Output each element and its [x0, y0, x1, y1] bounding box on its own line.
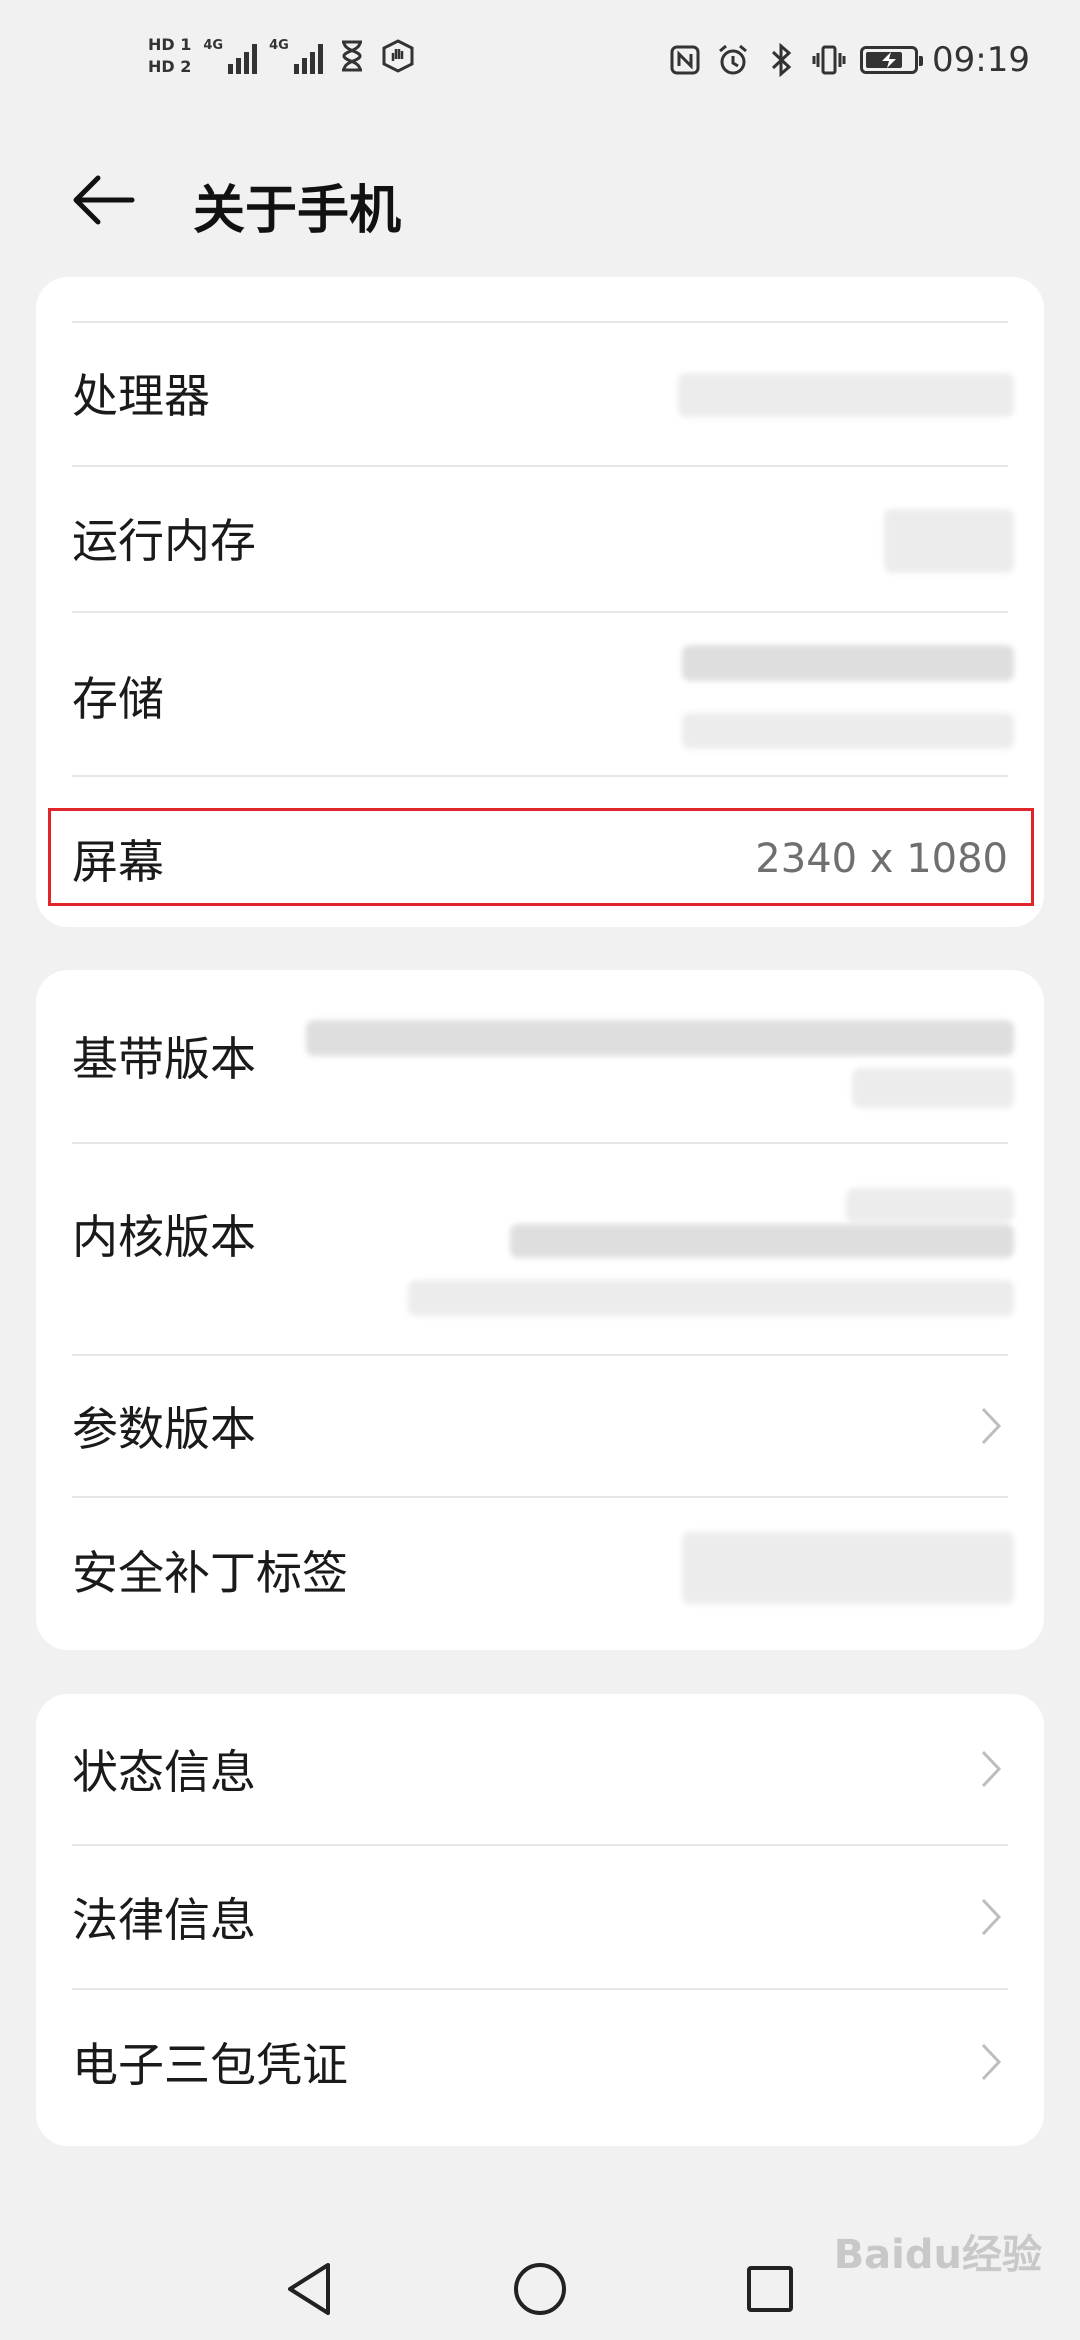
list-item-baseband[interactable]: 基带版本 — [72, 970, 1008, 1142]
signal-icon-1: 4G — [203, 38, 258, 74]
list-item-label: 安全补丁标签 — [72, 1546, 348, 1600]
page-title: 关于手机 — [193, 181, 402, 241]
nav-back-button[interactable] — [274, 2254, 344, 2324]
redacted-value — [678, 373, 1014, 417]
software-card: 基带版本 内核版本 参数版本 安全补丁标签 — [36, 970, 1044, 1650]
sim1-badge: HD 1 — [148, 35, 192, 54]
home-circle-icon — [514, 2263, 566, 2315]
list-item-label: 基带版本 — [72, 1032, 256, 1086]
alarm-icon — [716, 43, 750, 77]
sim-indicators: HD 1 HD 2 — [148, 36, 191, 76]
list-item-label: 运行内存 — [72, 514, 256, 568]
network-type-2: 4G — [269, 38, 289, 53]
redacted-value — [682, 713, 1014, 749]
list-item-storage[interactable]: 存储 — [72, 613, 1008, 779]
chevron-right-icon — [981, 1898, 1002, 1936]
chevron-right-icon — [981, 2043, 1002, 2081]
hand-icon — [381, 39, 415, 73]
redacted-value — [682, 1532, 1014, 1604]
watermark: Baidu经验 — [833, 2232, 1042, 2278]
highlight-box — [48, 808, 1034, 906]
network-type-1: 4G — [203, 38, 224, 53]
bluetooth-icon — [764, 43, 798, 77]
list-item-label: 电子三包凭证 — [72, 2038, 348, 2092]
divider — [72, 775, 1008, 777]
list-item-label: 内核版本 — [72, 1210, 256, 1264]
list-item-label: 存储 — [72, 672, 164, 726]
redacted-value — [306, 1020, 1014, 1056]
list-item-status-info[interactable]: 状态信息 — [72, 1694, 1008, 1844]
redacted-value — [852, 1068, 1014, 1108]
status-bar: HD 1 HD 2 4G 4G 09:19 — [0, 0, 1080, 130]
nav-home-button[interactable] — [505, 2254, 575, 2324]
redacted-value — [510, 1224, 1014, 1258]
list-item-label: 法律信息 — [72, 1893, 256, 1947]
arrow-left-icon — [73, 175, 135, 225]
redacted-value — [884, 509, 1014, 573]
redacted-value — [408, 1280, 1014, 1316]
list-item-warranty[interactable]: 电子三包凭证 — [72, 1990, 1008, 2134]
clock: 09:19 — [932, 40, 1030, 80]
chevron-right-icon — [981, 1750, 1002, 1788]
list-item-label: 处理器 — [72, 369, 210, 423]
back-button[interactable] — [70, 165, 150, 235]
signal-icon-2: 4G — [269, 38, 323, 74]
title-bar: 关于手机 — [0, 150, 1080, 250]
battery-charging-icon — [860, 46, 924, 74]
sim2-badge: HD 2 — [148, 57, 192, 76]
hourglass-icon — [335, 39, 369, 73]
list-item-label: 参数版本 — [72, 1402, 256, 1456]
list-item-ram[interactable]: 运行内存 — [72, 467, 1008, 609]
list-item-param-version[interactable]: 参数版本 — [72, 1356, 1008, 1496]
nfc-icon — [668, 43, 702, 77]
list-item-legal-info[interactable]: 法律信息 — [72, 1846, 1008, 1988]
recents-square-icon — [747, 2266, 793, 2312]
list-item-label: 状态信息 — [72, 1745, 256, 1799]
vibrate-icon — [812, 43, 846, 77]
redacted-value — [682, 645, 1014, 681]
back-triangle-icon — [288, 2263, 330, 2315]
chevron-right-icon — [981, 1407, 1002, 1445]
redacted-value — [846, 1188, 1014, 1222]
info-card: 状态信息 法律信息 电子三包凭证 — [36, 1694, 1044, 2146]
nav-recents-button[interactable] — [735, 2254, 805, 2324]
